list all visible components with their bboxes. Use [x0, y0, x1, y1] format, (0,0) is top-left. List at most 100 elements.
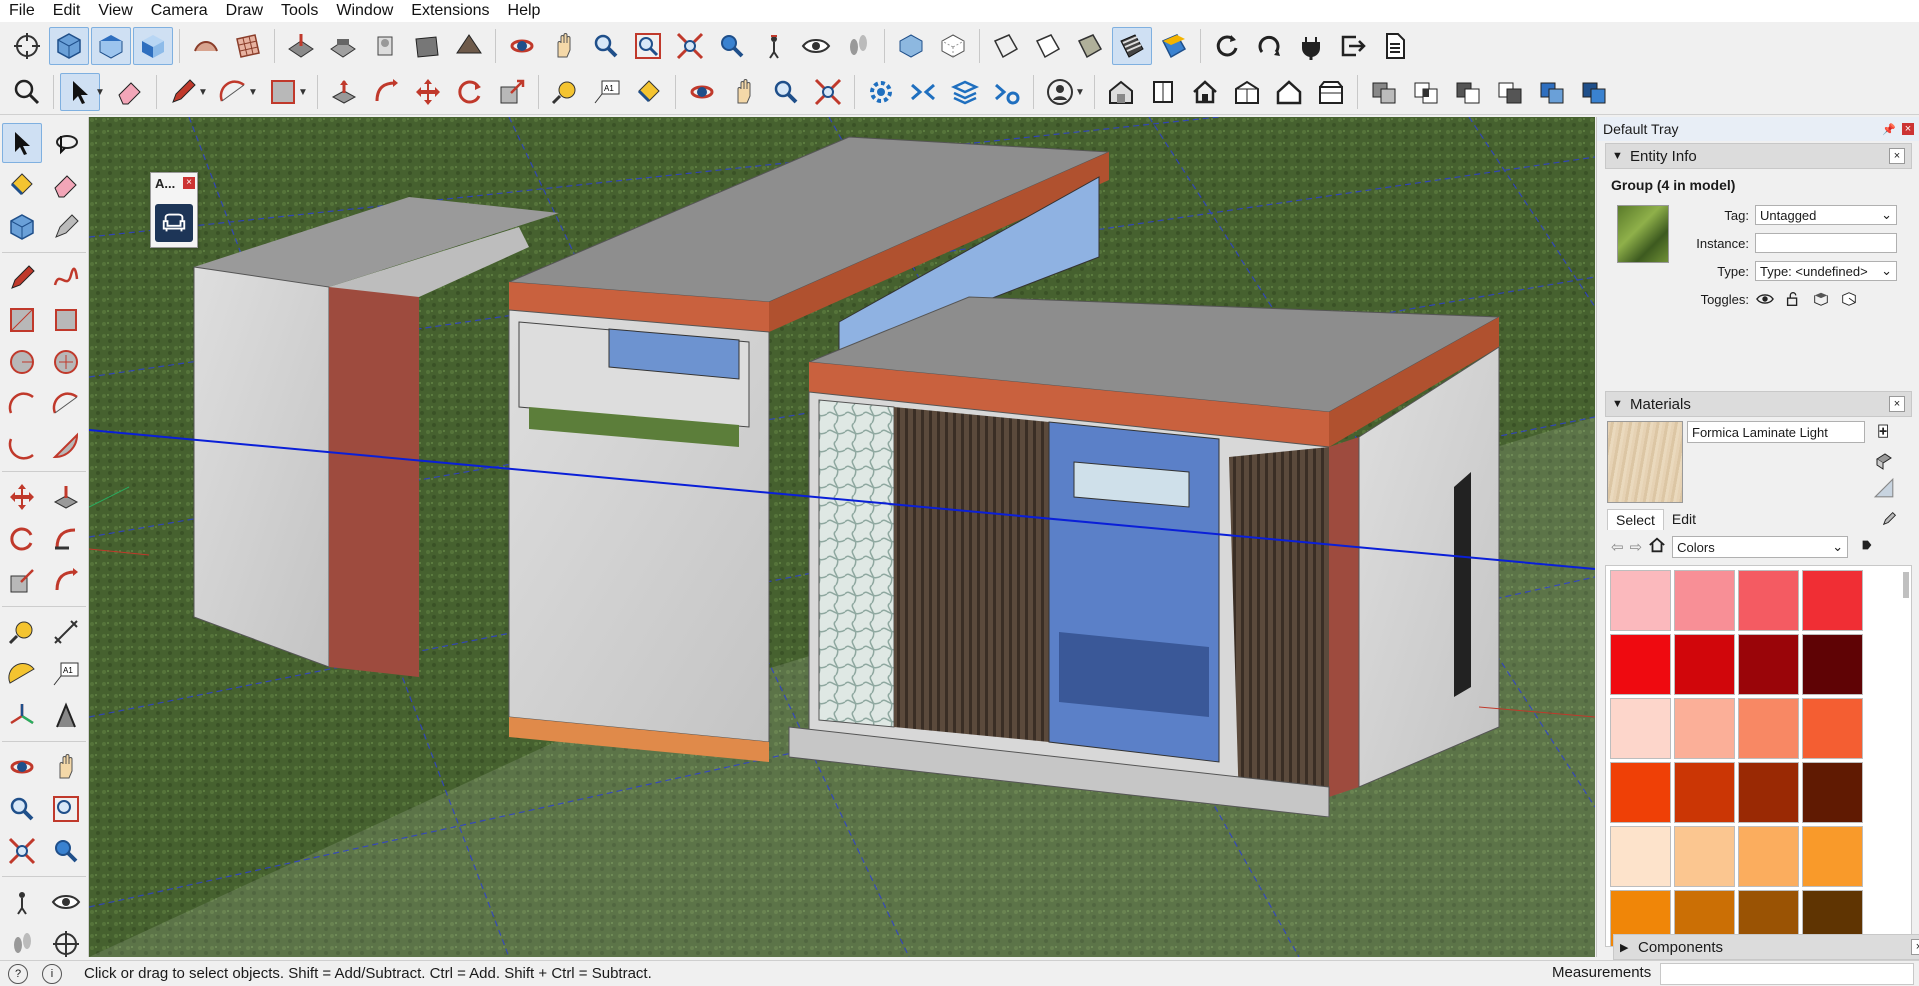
close-icon[interactable]: ×: [1902, 122, 1914, 135]
color-swatch[interactable]: [1802, 826, 1863, 887]
move-icon[interactable]: [2, 477, 42, 517]
previous-view-icon[interactable]: [46, 831, 86, 871]
box-icon[interactable]: [1311, 73, 1351, 111]
color-swatch[interactable]: [1610, 762, 1671, 823]
lock-icon[interactable]: [1783, 289, 1803, 309]
polygon-icon[interactable]: [46, 342, 86, 382]
tape-measure-icon[interactable]: [545, 73, 585, 111]
stamp-icon[interactable]: [281, 27, 321, 65]
tag-tool-icon[interactable]: [46, 207, 86, 247]
walk-icon[interactable]: [2, 924, 42, 964]
solid-split-icon[interactable]: [1532, 73, 1572, 111]
position-camera-icon[interactable]: [754, 27, 794, 65]
color-swatch[interactable]: [1738, 762, 1799, 823]
pencil-icon[interactable]: [163, 73, 203, 111]
expand-icon[interactable]: ▶: [1620, 941, 1638, 954]
chevron-down-icon[interactable]: ▼: [248, 73, 258, 111]
position-camera-icon[interactable]: [2, 882, 42, 922]
zoom-window-icon[interactable]: [628, 27, 668, 65]
eye-icon[interactable]: [1755, 289, 1775, 309]
paint-bucket-icon[interactable]: [629, 73, 669, 111]
search-icon[interactable]: [7, 73, 47, 111]
three-point-arc-icon[interactable]: [2, 426, 42, 466]
pan-icon[interactable]: [46, 747, 86, 787]
push-pull-icon[interactable]: [46, 477, 86, 517]
menu-window[interactable]: Window: [327, 0, 402, 22]
back-arrow-icon[interactable]: ⇦: [1611, 538, 1624, 556]
layers-icon[interactable]: [945, 73, 985, 111]
eraser-icon[interactable]: [110, 73, 150, 111]
menu-extensions[interactable]: Extensions: [402, 0, 498, 22]
orbit-target-icon[interactable]: [7, 27, 47, 65]
cast-shadows-icon[interactable]: [1839, 289, 1859, 309]
components-header[interactable]: ▶ Components ×: [1613, 934, 1919, 960]
section-plane-icon[interactable]: [903, 73, 943, 111]
eyedropper-icon[interactable]: [1881, 509, 1899, 531]
color-swatch[interactable]: [1738, 698, 1799, 759]
chevron-down-icon[interactable]: ▼: [298, 73, 308, 111]
zoom-icon[interactable]: [586, 27, 626, 65]
color-swatch[interactable]: [1674, 570, 1735, 631]
tab-select[interactable]: Select: [1607, 509, 1664, 530]
document-icon[interactable]: [1375, 27, 1415, 65]
floating-toolbar-window[interactable]: A... ×: [150, 172, 198, 248]
zoom-icon[interactable]: [766, 73, 806, 111]
color-swatch[interactable]: [1610, 570, 1671, 631]
model-viewport[interactable]: [89, 117, 1595, 957]
sofa-icon[interactable]: [155, 204, 193, 242]
arc-icon[interactable]: [213, 73, 253, 111]
monochrome-icon[interactable]: [1154, 27, 1194, 65]
flip-edge-icon[interactable]: [407, 27, 447, 65]
solid-subtract-icon[interactable]: [1448, 73, 1488, 111]
smoove-icon[interactable]: [449, 27, 489, 65]
offset-icon[interactable]: [46, 561, 86, 601]
tape-measure-icon[interactable]: [2, 612, 42, 652]
component-icon[interactable]: [1143, 73, 1183, 111]
shaded-icon[interactable]: [1070, 27, 1110, 65]
dimension-icon[interactable]: [46, 612, 86, 652]
solid-union-icon[interactable]: [1364, 73, 1404, 111]
close-icon[interactable]: ×: [1889, 396, 1905, 412]
circle-icon[interactable]: [2, 342, 42, 382]
menu-help[interactable]: Help: [499, 0, 550, 22]
house-icon[interactable]: [1269, 73, 1309, 111]
instance-field[interactable]: [1755, 233, 1897, 253]
zoom-icon[interactable]: [2, 789, 42, 829]
type-select[interactable]: Type: <undefined> ⌄: [1755, 261, 1897, 281]
menu-file[interactable]: File: [0, 0, 44, 22]
settings-icon[interactable]: [987, 73, 1027, 111]
top-view-icon[interactable]: [91, 27, 131, 65]
select-tool-icon[interactable]: [2, 123, 42, 163]
arc-icon[interactable]: [2, 384, 42, 424]
info-icon[interactable]: i: [42, 963, 62, 984]
measurements-input[interactable]: [1660, 963, 1914, 985]
pan-icon[interactable]: [724, 73, 764, 111]
zoom-extents-icon[interactable]: [670, 27, 710, 65]
rectangle-icon[interactable]: [2, 300, 42, 340]
color-swatch[interactable]: [1802, 634, 1863, 695]
sandbox-contours-icon[interactable]: [186, 27, 226, 65]
shaded-textures-icon[interactable]: [1112, 27, 1152, 65]
rectangle-icon[interactable]: [263, 73, 303, 111]
entity-material-swatch[interactable]: [1617, 205, 1669, 263]
sample-paint-icon[interactable]: [1873, 451, 1893, 475]
swatches-scrollbar[interactable]: [1903, 572, 1909, 598]
orbit-icon[interactable]: [2, 747, 42, 787]
orbit-icon[interactable]: [682, 73, 722, 111]
geo-location-icon[interactable]: ?: [8, 963, 28, 984]
sandbox-grid-icon[interactable]: [228, 27, 268, 65]
materials-header[interactable]: ▼ Materials ×: [1605, 391, 1912, 417]
push-pull-icon[interactable]: [324, 73, 364, 111]
color-swatch[interactable]: [1674, 762, 1735, 823]
color-swatch[interactable]: [1738, 570, 1799, 631]
rotate-icon[interactable]: [450, 73, 490, 111]
chevron-down-icon[interactable]: ▼: [95, 73, 105, 111]
axes-icon[interactable]: [2, 696, 42, 736]
make-component-icon[interactable]: [2, 207, 42, 247]
color-swatch[interactable]: [1610, 698, 1671, 759]
extension-icon[interactable]: [1227, 73, 1267, 111]
chevron-down-icon[interactable]: ▼: [1075, 73, 1085, 111]
sync-alt-icon[interactable]: [1249, 27, 1289, 65]
current-material-swatch[interactable]: [1607, 421, 1683, 503]
menu-camera[interactable]: Camera: [142, 0, 217, 22]
